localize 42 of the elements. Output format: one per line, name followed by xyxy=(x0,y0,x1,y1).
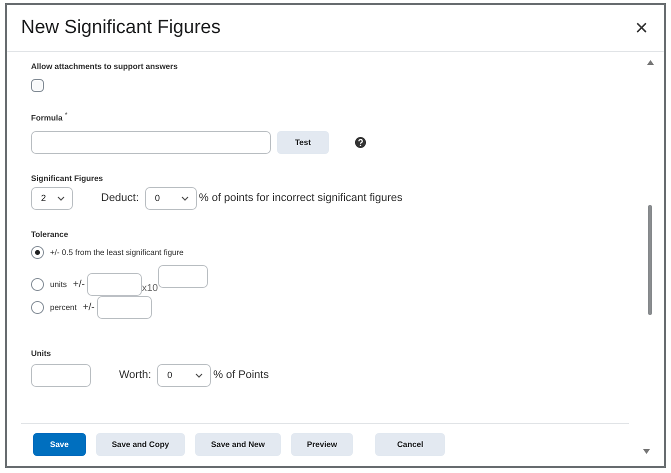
plus-minus-label: +/- xyxy=(72,278,85,290)
field-label: Formula $^{*}$ xyxy=(31,112,69,123)
times-ten-label: x10 xyxy=(142,282,158,294)
caret-icon xyxy=(195,372,204,378)
footer-button[interactable]: Save and New xyxy=(195,433,281,456)
field-label: Significant Figures xyxy=(31,174,104,183)
worth-label: Worth: xyxy=(119,369,152,382)
close-button[interactable]: × xyxy=(631,15,652,41)
figures-dropdown[interactable]: 2 xyxy=(31,186,73,210)
field-label: Units xyxy=(31,348,52,358)
checkbox[interactable] xyxy=(31,79,44,92)
radio-button[interactable] xyxy=(31,300,44,314)
radio-button[interactable] xyxy=(31,246,44,259)
scroll-down-icon[interactable] xyxy=(643,449,650,454)
test-button[interactable]: Test xyxy=(277,130,329,154)
percent-input[interactable] xyxy=(96,296,152,319)
field-label: Tolerance xyxy=(31,230,70,239)
scrollbar-thumb[interactable] xyxy=(648,205,652,315)
formula-input[interactable] xyxy=(31,130,271,154)
caret-icon xyxy=(180,196,189,201)
field-label: Allow attachments to support answers xyxy=(31,62,179,71)
plus-minus-label: +/- xyxy=(82,302,95,313)
radio-label: units xyxy=(50,280,67,289)
deduct-suffix: % of points for incorrect significant figures xyxy=(198,192,403,204)
radio-label: percent xyxy=(50,302,77,312)
footer-button[interactable]: Cancel xyxy=(375,433,446,456)
caret-icon xyxy=(57,196,65,201)
dialog-title: New Significant Figures xyxy=(21,17,221,39)
scroll-up-icon[interactable] xyxy=(646,60,654,65)
radio-label: +/- 0.5 from the least significant figure xyxy=(50,248,184,257)
worth-dropdown[interactable]: 0 xyxy=(157,364,212,387)
footer-button[interactable]: Save and Copy xyxy=(96,433,186,456)
footer-button[interactable]: Save xyxy=(33,433,86,456)
help-icon[interactable] xyxy=(354,136,366,148)
deduct-label: Deduct: xyxy=(101,192,139,204)
footer-button[interactable]: Preview xyxy=(290,433,354,456)
exponent-input[interactable] xyxy=(158,264,208,288)
units-field[interactable] xyxy=(31,364,91,387)
deduct-dropdown[interactable]: 0 xyxy=(144,186,197,210)
units-input[interactable] xyxy=(86,272,142,296)
worth-suffix: % of Points xyxy=(213,369,269,382)
radio-button[interactable] xyxy=(31,278,44,291)
